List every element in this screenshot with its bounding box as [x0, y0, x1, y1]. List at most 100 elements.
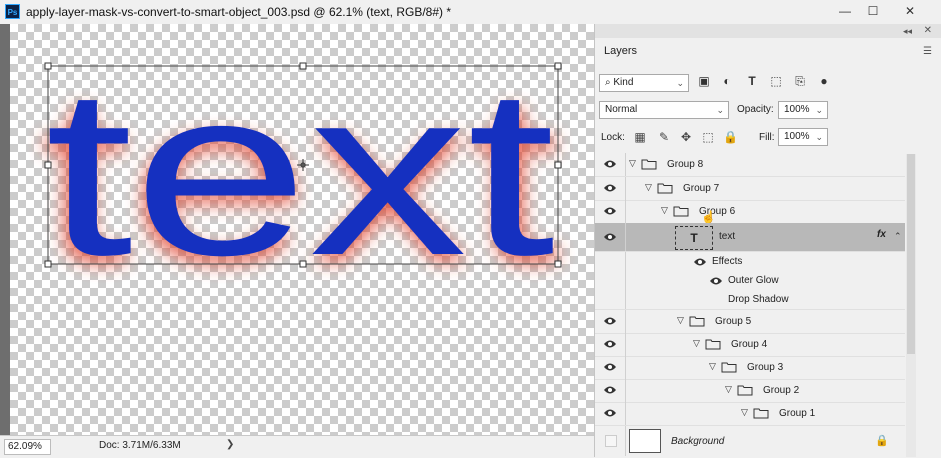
lock-label: Lock:	[601, 132, 625, 143]
eye-icon	[604, 386, 616, 394]
layers-panel: ◂◂ ✕ Layers ☰ ⌕ Kind ⌄ ▣ ◐ T ⬚ ⎘ ● Norma…	[594, 24, 941, 457]
status-menu-arrow-icon[interactable]: ❯	[226, 439, 234, 450]
close-panel-icon[interactable]: ✕	[924, 25, 932, 36]
layer-name: text	[719, 231, 736, 242]
fx-badge-icon[interactable]: fx	[877, 229, 886, 240]
blend-mode-select[interactable]: Normal ⌄	[599, 101, 729, 119]
minimize-button[interactable]: —	[831, 2, 859, 20]
chevron-down-icon[interactable]: ▽	[693, 338, 700, 349]
visibility-toggle[interactable]	[595, 356, 626, 379]
visibility-toggle[interactable]	[595, 402, 626, 425]
layer-row-group-7[interactable]: ▽ Group 7	[595, 177, 905, 201]
layer-name: Group 3	[747, 362, 784, 373]
eye-icon[interactable]	[693, 257, 707, 267]
opacity-label: Opacity:	[737, 104, 774, 115]
lock-artboard-icon[interactable]: ⬚	[701, 130, 715, 144]
document-info[interactable]: Doc: 3.71M/6.33M	[99, 440, 181, 451]
lock-paint-icon[interactable]: ✎	[657, 130, 671, 144]
chevron-down-icon[interactable]: ▽	[741, 407, 748, 418]
filter-kind-label: Kind	[613, 77, 634, 88]
chevron-down-icon[interactable]: ▽	[709, 361, 716, 372]
transform-handle[interactable]	[299, 62, 307, 70]
filter-kind-select[interactable]: ⌕ Kind ⌄	[599, 74, 689, 92]
chevron-down-icon[interactable]: ▽	[661, 205, 668, 216]
transform-handle[interactable]	[554, 260, 562, 268]
folder-icon	[753, 408, 769, 419]
transform-handle[interactable]	[554, 161, 562, 169]
layer-row-background[interactable]: Background 🔒	[595, 426, 905, 456]
tab-layers[interactable]: Layers	[599, 38, 648, 64]
visibility-toggle[interactable]	[595, 379, 626, 402]
chevron-down-icon[interactable]: ▽	[725, 384, 732, 395]
layer-row-group-3[interactable]: ▽ Group 3	[595, 356, 905, 380]
layers-scrollbar[interactable]	[906, 154, 916, 457]
shape-filter-icon[interactable]: ⬚	[769, 74, 783, 88]
document-canvas-area[interactable]: text text	[0, 24, 594, 435]
layer-row-group-4[interactable]: ▽ Group 4	[595, 333, 905, 357]
visibility-toggle[interactable]	[595, 177, 626, 200]
lock-position-icon[interactable]: ✥	[679, 130, 693, 144]
layer-name: Group 4	[731, 339, 768, 350]
text-layer-thumbnail-icon: T	[675, 226, 713, 250]
layer-row-outer-glow[interactable]: Outer Glow	[595, 271, 905, 290]
title-bar: Ps apply-layer-mask-vs-convert-to-smart-…	[0, 0, 941, 24]
collapse-panel-icon[interactable]: ◂◂	[903, 26, 912, 37]
layer-row-group-6[interactable]: ▽ Group 6 ☝	[595, 200, 905, 224]
background-thumbnail	[629, 429, 661, 453]
adjustment-filter-icon[interactable]: ◐	[720, 74, 734, 88]
visibility-toggle[interactable]	[595, 200, 626, 223]
canvas-artwork: text text	[40, 40, 562, 313]
transform-handle[interactable]	[44, 260, 52, 268]
panel-menu-icon[interactable]: ☰	[923, 46, 932, 57]
photoshop-logo-icon: Ps	[5, 4, 20, 19]
layer-name: Group 5	[715, 316, 752, 327]
filter-toggle-icon[interactable]: ●	[817, 74, 831, 88]
folder-icon	[641, 159, 657, 170]
eye-icon[interactable]	[709, 276, 723, 286]
folder-icon	[689, 316, 705, 327]
eye-icon	[604, 409, 616, 417]
type-filter-icon[interactable]: T	[745, 74, 759, 88]
transparent-canvas[interactable]: text text	[10, 24, 594, 435]
eye-icon	[604, 160, 616, 168]
maximize-button[interactable]: ☐	[859, 2, 887, 20]
layer-row-text[interactable]: T text fx ⌃	[595, 223, 905, 252]
zoom-level-field[interactable]: 62.09%	[4, 439, 51, 455]
layer-row-effects[interactable]: Effects	[595, 252, 905, 271]
transform-handle[interactable]	[299, 260, 307, 268]
layer-row-group-8[interactable]: ▽ Group 8	[595, 153, 905, 177]
lock-icon[interactable]: 🔒	[875, 434, 889, 447]
fill-field[interactable]: 100% ⌄	[778, 128, 828, 146]
visibility-toggle[interactable]	[595, 426, 626, 456]
chevron-up-icon[interactable]: ⌃	[894, 231, 902, 242]
visibility-toggle[interactable]	[595, 310, 626, 333]
transform-handle[interactable]	[554, 62, 562, 70]
transform-handle[interactable]	[44, 62, 52, 70]
transform-handle[interactable]	[44, 161, 52, 169]
layer-name: Group 2	[763, 385, 800, 396]
visibility-toggle[interactable]	[595, 333, 626, 356]
effects-label: Effects	[712, 256, 743, 267]
eye-icon	[604, 207, 616, 215]
chevron-down-icon[interactable]: ▽	[629, 158, 636, 169]
visibility-toggle[interactable]	[595, 153, 626, 176]
lock-transparency-icon[interactable]: ▦	[633, 130, 647, 144]
layer-row-group-5[interactable]: ▽ Group 5	[595, 310, 905, 334]
close-button[interactable]: ✕	[896, 2, 924, 20]
opacity-field[interactable]: 100% ⌄	[778, 101, 828, 119]
pixel-filter-icon[interactable]: ▣	[697, 74, 711, 88]
lock-all-icon[interactable]: 🔒	[723, 130, 738, 144]
chevron-down-icon[interactable]: ▽	[645, 182, 652, 193]
layer-row-drop-shadow[interactable]: Drop Shadow	[595, 290, 905, 310]
folder-icon	[705, 339, 721, 350]
layer-name: Background	[671, 436, 725, 447]
chevron-down-icon[interactable]: ▽	[677, 315, 684, 326]
visibility-toggle[interactable]	[595, 223, 626, 251]
scrollbar-thumb[interactable]	[907, 154, 915, 354]
visibility-cell	[595, 271, 626, 290]
effect-name: Outer Glow	[728, 275, 779, 286]
smart-object-filter-icon[interactable]: ⎘	[793, 74, 807, 88]
layer-row-group-1[interactable]: ▽ Group 1	[595, 402, 905, 426]
layer-row-group-2[interactable]: ▽ Group 2	[595, 379, 905, 403]
eye-icon	[604, 340, 616, 348]
